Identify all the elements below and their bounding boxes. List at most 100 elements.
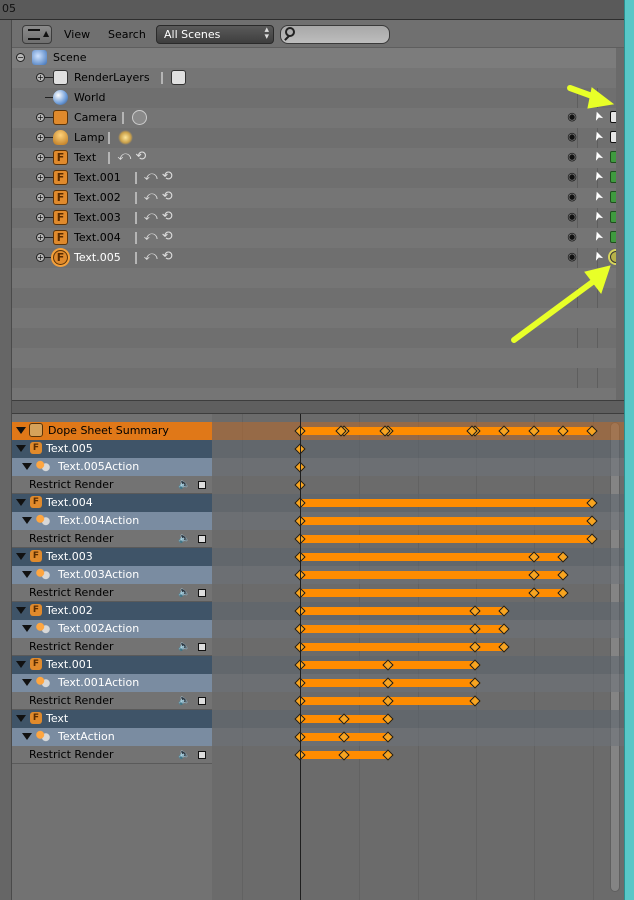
outliner-row-text-004[interactable]: + F Text.004 ⤺ ⟲ ◉ ➤ <box>12 228 624 248</box>
view-menu[interactable]: View <box>64 28 90 41</box>
selectability-cursor-icon[interactable]: ➤ <box>590 149 607 163</box>
display-mode-dropdown[interactable]: All Scenes ▴ ▾ <box>156 25 274 44</box>
mute-speaker-icon[interactable]: 🔈 <box>178 587 190 598</box>
object-name-label: World <box>74 91 106 104</box>
outliner-row-text[interactable]: + F Text ⤺ ⟲ ◉ ➤ <box>12 148 624 168</box>
expand-triangle-icon[interactable] <box>16 445 26 452</box>
expand-triangle-icon[interactable] <box>16 427 26 434</box>
expand-toggle-icon[interactable]: + <box>36 153 45 162</box>
object-channel[interactable]: F Text.001 <box>12 656 212 674</box>
object-channel[interactable]: F Text.004 <box>12 494 212 512</box>
expand-toggle-icon[interactable]: + <box>36 173 45 182</box>
expand-toggle-icon[interactable]: + <box>36 193 45 202</box>
summary-channel[interactable]: Dope Sheet Summary <box>12 422 212 440</box>
timeline-row <box>212 440 624 458</box>
mute-speaker-icon[interactable]: 🔈 <box>178 695 190 706</box>
object-channel[interactable]: F Text <box>12 710 212 728</box>
search-input[interactable] <box>280 25 390 44</box>
expand-toggle-icon[interactable]: + <box>36 73 45 82</box>
row-stripe <box>12 308 624 328</box>
fcurve-channel[interactable]: Restrict Render 🔈 <box>12 638 212 656</box>
visibility-eye-icon[interactable]: ◉ <box>565 150 579 164</box>
selectability-cursor-icon[interactable]: ➤ <box>590 129 607 143</box>
expand-toggle-icon[interactable]: + <box>36 233 45 242</box>
tree-line <box>45 257 53 258</box>
editor-type-button[interactable]: ▲ <box>22 25 52 44</box>
outliner-row-world[interactable]: World <box>12 88 624 108</box>
area-divider[interactable] <box>12 400 624 414</box>
expand-toggle-icon[interactable]: + <box>36 133 45 142</box>
expand-triangle-icon[interactable] <box>22 517 32 524</box>
outliner-row-camera[interactable]: + Camera ◉ ➤ <box>12 108 624 128</box>
outliner-row-text-005[interactable]: + F Text.005 ⤺ ⟲ ◉ ➤ <box>12 248 624 268</box>
visibility-eye-icon[interactable]: ◉ <box>565 110 579 124</box>
object-channel[interactable]: F Text.005 <box>12 440 212 458</box>
mute-speaker-icon[interactable]: 🔈 <box>178 533 190 544</box>
expand-triangle-icon[interactable] <box>22 571 32 578</box>
lock-icon[interactable] <box>198 751 206 759</box>
action-icon <box>36 730 50 742</box>
expand-triangle-icon[interactable] <box>16 715 26 722</box>
expand-triangle-icon[interactable] <box>22 463 32 470</box>
action-channel[interactable]: TextAction <box>12 728 212 746</box>
expand-triangle-icon[interactable] <box>16 661 26 668</box>
expand-toggle-icon[interactable]: + <box>36 253 45 262</box>
expand-triangle-icon[interactable] <box>16 553 26 560</box>
lock-icon[interactable] <box>198 589 206 597</box>
lock-icon[interactable] <box>198 643 206 651</box>
outliner-row-text-003[interactable]: + F Text.003 ⤺ ⟲ ◉ ➤ <box>12 208 624 228</box>
selectability-cursor-icon[interactable]: ➤ <box>590 189 607 203</box>
fcurve-channel[interactable]: Restrict Render 🔈 <box>12 530 212 548</box>
selectability-cursor-icon[interactable]: ➤ <box>590 249 607 263</box>
mute-speaker-icon[interactable]: 🔈 <box>178 749 190 760</box>
expand-triangle-icon[interactable] <box>22 679 32 686</box>
outliner-row-lamp[interactable]: + Lamp ◉ ➤ <box>12 128 624 148</box>
visibility-eye-icon[interactable]: ◉ <box>565 190 579 204</box>
fcurve-channel[interactable]: Restrict Render 🔈 <box>12 692 212 710</box>
action-channel[interactable]: Text.005Action <box>12 458 212 476</box>
object-channel[interactable]: F Text.003 <box>12 548 212 566</box>
visibility-eye-icon[interactable]: ◉ <box>565 250 579 264</box>
keyframe-hold-bar <box>300 571 563 579</box>
visibility-eye-icon[interactable]: ◉ <box>565 130 579 144</box>
action-channel[interactable]: Text.002Action <box>12 620 212 638</box>
visibility-eye-icon[interactable]: ◉ <box>565 210 579 224</box>
expand-triangle-icon[interactable] <box>22 625 32 632</box>
action-channel[interactable]: Text.003Action <box>12 566 212 584</box>
fcurve-channel[interactable]: Restrict Render 🔈 <box>12 476 212 494</box>
dopesheet-timeline[interactable] <box>212 414 624 900</box>
separator <box>134 252 137 264</box>
expand-triangle-icon[interactable] <box>16 499 26 506</box>
outliner-row-renderlayers[interactable]: + RenderLayers <box>12 68 624 88</box>
channel-label: Restrict Render <box>29 532 114 545</box>
visibility-eye-icon[interactable]: ◉ <box>565 170 579 184</box>
fcurve-channel[interactable]: Restrict Render 🔈 <box>12 746 212 764</box>
mute-speaker-icon[interactable]: 🔈 <box>178 641 190 652</box>
object-channel[interactable]: F Text.002 <box>12 602 212 620</box>
action-channel[interactable]: Text.001Action <box>12 674 212 692</box>
expand-triangle-icon[interactable] <box>22 733 32 740</box>
lock-icon[interactable] <box>198 481 206 489</box>
selectability-cursor-icon[interactable]: ➤ <box>590 209 607 223</box>
expand-triangle-icon[interactable] <box>16 607 26 614</box>
lock-icon[interactable] <box>198 697 206 705</box>
fcurve-channel[interactable]: Restrict Render 🔈 <box>12 584 212 602</box>
selectability-cursor-icon[interactable]: ➤ <box>590 109 607 123</box>
outliner-row-scene[interactable]: − Scene <box>12 48 624 68</box>
expand-toggle-icon[interactable]: + <box>36 113 45 122</box>
outliner-scrollbar[interactable] <box>616 48 624 400</box>
collapse-toggle-icon[interactable]: − <box>16 53 25 62</box>
channel-label: Restrict Render <box>29 586 114 599</box>
selectability-cursor-icon[interactable]: ➤ <box>590 169 607 183</box>
outliner-row-text-001[interactable]: + F Text.001 ⤺ ⟲ ◉ ➤ <box>12 168 624 188</box>
selectability-cursor-icon[interactable]: ➤ <box>590 229 607 243</box>
expand-toggle-icon[interactable]: + <box>36 213 45 222</box>
visibility-eye-icon[interactable]: ◉ <box>565 230 579 244</box>
constraint-icon: ⤺ <box>143 189 158 204</box>
lock-icon[interactable] <box>198 535 206 543</box>
channel-label: Text.001 <box>46 658 93 671</box>
action-channel[interactable]: Text.004Action <box>12 512 212 530</box>
search-menu[interactable]: Search <box>108 28 146 41</box>
mute-speaker-icon[interactable]: 🔈 <box>178 479 190 490</box>
outliner-row-text-002[interactable]: + F Text.002 ⤺ ⟲ ◉ ➤ <box>12 188 624 208</box>
